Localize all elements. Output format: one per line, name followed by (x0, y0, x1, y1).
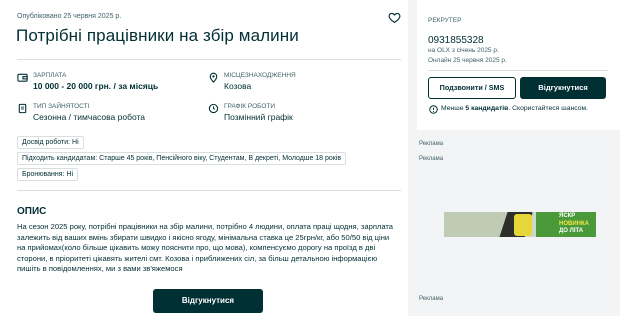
recruiter-apply-button[interactable]: Відгукнутися (520, 77, 606, 99)
location-label: МІСЦЕЗНАХОДЖЕННЯ (224, 72, 296, 79)
info-icon (429, 105, 438, 114)
salary-value: 10 000 - 20 000 грн. / за місяць (33, 81, 159, 91)
description-text: На сезон 2025 року, потрібні працівники … (17, 222, 394, 274)
recruiter-since: на OLX з січень 2025 р. (428, 47, 499, 54)
ad-banner-text: НОВИНКА (559, 221, 589, 227)
schedule-value: Позмінний графік (224, 112, 293, 122)
apply-button[interactable]: Відгукнутися (153, 289, 263, 313)
ad-banner[interactable]: ЯСКР НОВИНКА ДО ЛІТА (444, 212, 596, 237)
tag-booking: Бронювання: Ні (17, 168, 79, 181)
employment-value: Сезонна / тимчасова робота (33, 112, 146, 122)
location-pin-icon (209, 72, 218, 83)
lemon-image (514, 214, 532, 236)
heart-icon[interactable] (388, 11, 401, 24)
hint-prefix: Менше (441, 105, 464, 112)
description-heading: ОПИС (17, 206, 47, 217)
candidates-hint: Менше 5 кандидатів. Скористайтеся шансом… (441, 105, 588, 112)
divider (17, 59, 401, 60)
divider (17, 190, 401, 191)
ad-label: Реклама (419, 156, 444, 162)
schedule-label: ГРАФІК РОБОТИ (224, 103, 276, 110)
recruiter-online: Онлайн 25 червня 2025 р. (428, 57, 507, 64)
ad-banner-text: ЯСКР (559, 213, 576, 219)
ad-label: Реклама (419, 141, 444, 147)
salary-label: ЗАРПЛАТА (33, 72, 67, 79)
hint-count: 5 кандидатів (465, 105, 509, 112)
ad-banner-text: ДО ЛІТА (559, 228, 584, 234)
tag-suitable-for: Підходить кандидатам: Старше 45 років, П… (17, 152, 347, 165)
divider (428, 70, 608, 71)
location-value: Козова (224, 81, 252, 91)
hint-suffix: . Скористайтеся шансом. (508, 105, 589, 112)
posted-date: Опубліковано 25 червня 2025 р. (17, 13, 122, 20)
wallet-icon (17, 73, 28, 82)
clock-icon (208, 103, 219, 114)
document-icon (18, 103, 27, 114)
ad-label: Реклама (419, 296, 444, 302)
job-title: Потрібні працівники на збір малини (16, 26, 299, 45)
recruiter-name: 0931855328 (428, 35, 484, 46)
recruiter-label: РЕКРУТЕР (428, 17, 462, 24)
call-sms-button[interactable]: Подзвонити / SMS (428, 77, 516, 99)
tag-experience: Досвід роботи: Ні (17, 136, 84, 149)
employment-label: ТИП ЗАЙНЯТОСТІ (33, 103, 90, 110)
